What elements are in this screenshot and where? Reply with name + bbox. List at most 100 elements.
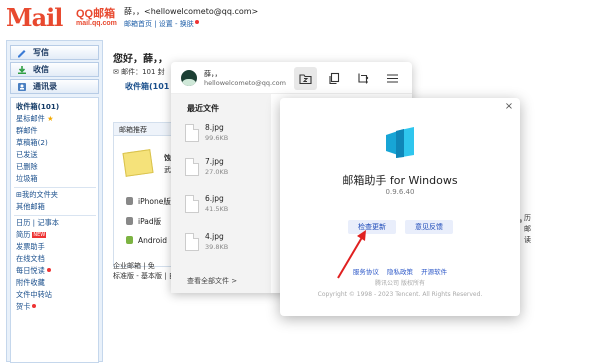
- app-invoice[interactable]: 发票助手: [16, 242, 45, 252]
- unread-dot-icon: [32, 304, 37, 308]
- qq-mail-logo[interactable]: Mail QQ邮箱 mail.qq.com: [6, 3, 118, 33]
- file-item[interactable]: 4.jpg 39.8KB: [185, 231, 255, 257]
- new-badge: NEW: [32, 232, 47, 238]
- view-all-files-link[interactable]: 查看全部文件 >: [187, 276, 237, 286]
- file-size: 41.5KB: [205, 205, 229, 213]
- write-icon: [18, 50, 26, 58]
- folder-z-icon: [299, 74, 312, 85]
- file-name: 4.jpg: [205, 232, 224, 241]
- rec-text: 武: [164, 166, 171, 174]
- right-text: 邮: [524, 225, 531, 233]
- receive-icon: [18, 66, 26, 74]
- inbox-link[interactable]: 收件箱(101: [125, 81, 169, 92]
- divider: [14, 187, 96, 188]
- privacy-policy-link[interactable]: 隐私政策: [387, 268, 413, 276]
- app-docs[interactable]: 在线文档: [16, 254, 45, 264]
- about-dialog: × 邮箱助手 for Windows 0.9.6.40 检查更新 意见反馈 服务…: [280, 98, 520, 316]
- folder-inbox[interactable]: 收件箱(101): [16, 102, 59, 112]
- app-resume-label: 简历: [16, 230, 31, 239]
- write-button[interactable]: 写信: [10, 45, 99, 60]
- left-sidebar: 写信 收信 通讯录 收件箱(101) 星标邮件 ★ 群邮件 草稿箱(2) 已发送…: [6, 40, 103, 363]
- logo-qq-text: QQ邮箱: [76, 8, 116, 20]
- folder-tab-button[interactable]: [294, 67, 317, 90]
- file-icon: [185, 233, 199, 251]
- app-cards-label: 贺卡: [16, 302, 31, 311]
- folder-list: 收件箱(101) 星标邮件 ★ 群邮件 草稿箱(2) 已发送 已删除 垃圾箱 ⊞…: [10, 97, 99, 363]
- right-text: 读: [524, 236, 531, 244]
- annotation-arrow-icon: [337, 230, 366, 279]
- header-links[interactable]: 邮箱首页 | 设置 - 换肤: [124, 19, 199, 29]
- folder-starred[interactable]: 星标邮件 ★: [16, 114, 54, 124]
- copy-button[interactable]: [323, 67, 346, 90]
- panel-header: 薛，， hellowelcometo@qq.com: [171, 62, 412, 94]
- file-size: 27.0KB: [205, 168, 229, 176]
- greeting: 您好，薛，，: [113, 54, 168, 65]
- ipad-icon: [126, 217, 133, 225]
- screenshot-button[interactable]: [352, 67, 375, 90]
- folder-starred-label: 星标邮件: [16, 114, 45, 123]
- contacts-button[interactable]: 通讯录: [10, 79, 99, 94]
- calendar-link[interactable]: 日历: [16, 218, 30, 227]
- folder-group[interactable]: 群邮件: [16, 126, 38, 136]
- device-iphone-label: iPhone版: [138, 197, 171, 206]
- footer-link-row-1[interactable]: 企业邮箱 | 免: [113, 261, 176, 271]
- feedback-button[interactable]: 意见反馈: [405, 220, 453, 234]
- folder-deleted[interactable]: 已删除: [16, 162, 38, 172]
- top-header: Mail QQ邮箱 mail.qq.com 薛，，<hellowelcometo…: [0, 0, 600, 36]
- app-name: 邮箱助手 for Windows: [342, 174, 458, 187]
- file-icon: [185, 158, 199, 176]
- menu-button[interactable]: [381, 67, 404, 90]
- app-daily-read-label: 每日悦读: [16, 266, 45, 275]
- file-item[interactable]: 8.jpg 99.6KB: [185, 122, 255, 148]
- recent-files-title: 最近文件: [187, 104, 219, 113]
- receive-label: 收信: [33, 65, 49, 74]
- folder-drafts[interactable]: 草稿箱(2): [16, 138, 48, 148]
- app-attachments[interactable]: 附件收藏: [16, 278, 45, 288]
- contacts-label: 通讯录: [33, 82, 57, 91]
- file-name: 6.jpg: [205, 194, 224, 203]
- android-icon: [126, 236, 133, 244]
- mail-assistant-logo-icon: [386, 127, 414, 158]
- avatar[interactable]: [181, 70, 197, 86]
- company-text: 腾讯公司 版权所有: [375, 280, 425, 287]
- footer-links: 企业邮箱 | 免 标准版 - 基本版 | 自: [113, 261, 176, 281]
- app-daily-read[interactable]: 每日悦读: [16, 266, 51, 276]
- my-folders-label: 我的文件夹: [22, 190, 58, 199]
- mail-icon: ✉: [113, 68, 122, 76]
- other-mailbox[interactable]: 其他邮箱: [16, 202, 45, 212]
- device-iphone[interactable]: iPhone版: [126, 196, 171, 207]
- file-item[interactable]: 6.jpg 41.5KB: [185, 193, 255, 219]
- open-source-link[interactable]: 开源软件: [421, 268, 447, 276]
- notification-dot-icon: [194, 20, 199, 24]
- app-cards[interactable]: 贺卡: [16, 302, 37, 312]
- user-identity: 薛，，<hellowelcometo@qq.com>: [124, 7, 259, 16]
- file-name: 8.jpg: [205, 123, 224, 132]
- file-size: 39.8KB: [205, 243, 229, 251]
- folder-spam[interactable]: 垃圾箱: [16, 174, 38, 184]
- device-android[interactable]: Android: [126, 236, 167, 245]
- right-text: 历: [524, 214, 531, 222]
- device-android-label: Android: [138, 236, 167, 245]
- folder-sent[interactable]: 已发送: [16, 150, 38, 160]
- scissors-icon: [358, 73, 369, 84]
- device-ipad[interactable]: iPad版: [126, 216, 161, 227]
- header-links-text[interactable]: 邮箱首页 | 设置 - 换肤: [124, 20, 194, 28]
- my-folders[interactable]: ⊞我的文件夹: [16, 190, 58, 200]
- notebook-link[interactable]: 记事本: [37, 218, 59, 227]
- app-version: 0.9.6.40: [385, 188, 415, 196]
- close-icon[interactable]: ×: [504, 102, 514, 112]
- copyright-text: Copyright © 1998 - 2023 Tencent. All Rig…: [317, 291, 483, 298]
- footer-link-row-2[interactable]: 标准版 - 基本版 | 自: [113, 271, 176, 281]
- app-file-transfer[interactable]: 文件中转站: [16, 290, 52, 300]
- logo-domain: mail.qq.com: [76, 20, 117, 27]
- write-label: 写信: [33, 48, 49, 57]
- panel-user-email: hellowelcometo@qq.com: [204, 79, 286, 87]
- device-ipad-label: iPad版: [138, 217, 162, 226]
- rec-text: 蚀: [164, 154, 171, 162]
- calendar-notebook-row: 日历 | 记事本: [16, 218, 59, 227]
- logo-mail-text: Mail: [6, 3, 63, 32]
- app-resume[interactable]: 简历 NEW: [16, 230, 47, 240]
- file-item[interactable]: 7.jpg 27.0KB: [185, 156, 255, 182]
- receive-button[interactable]: 收信: [10, 62, 99, 77]
- divider: [14, 215, 96, 216]
